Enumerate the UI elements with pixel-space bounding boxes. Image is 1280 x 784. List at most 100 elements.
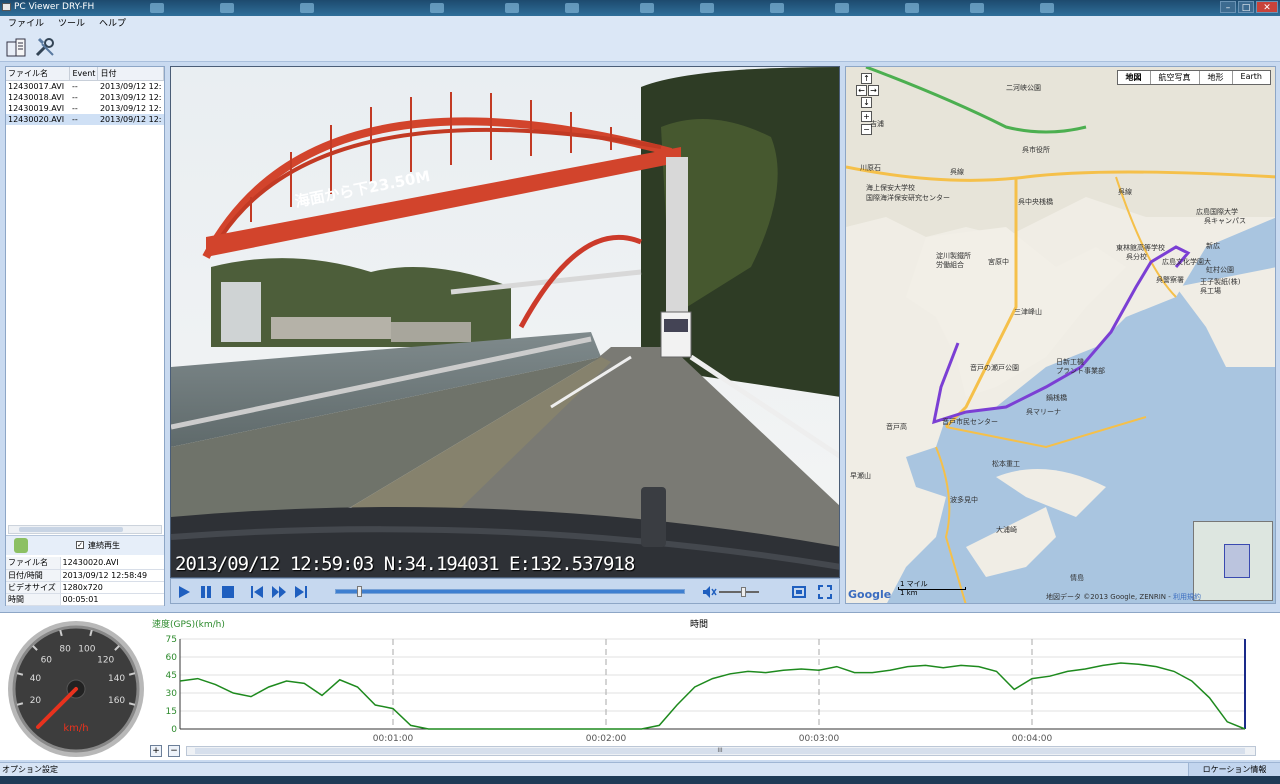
map-label: 呉線	[950, 168, 964, 176]
file-date: 2013/09/12 12:	[99, 104, 162, 113]
menu-help[interactable]: ヘルプ	[99, 16, 126, 32]
settings-tools-icon[interactable]	[34, 36, 56, 58]
desktop-icon	[835, 3, 849, 13]
maximize-button[interactable]: □	[1238, 1, 1254, 13]
info-value: 2013/09/12 12:58:49	[60, 569, 164, 582]
file-name: 12430019.AVI	[8, 104, 65, 113]
desktop-icon	[640, 3, 654, 13]
map-label: 三津峰山	[1014, 308, 1042, 316]
chart-scrollbar[interactable]: III	[186, 746, 1256, 756]
file-row[interactable]: 12430019.AVI -- 2013/09/12 12:	[6, 103, 164, 114]
recycle-bin-icon[interactable]	[14, 538, 28, 553]
map-label: 海上保安大学校	[866, 184, 915, 192]
app-icon	[2, 3, 11, 11]
status-location-info[interactable]: ロケーション情報	[1188, 763, 1280, 776]
seek-bar[interactable]	[335, 586, 685, 597]
file-row[interactable]: 12430018.AVI -- 2013/09/12 12:	[6, 92, 164, 103]
map-type-aerial[interactable]: 航空写真	[1151, 71, 1200, 84]
map-label: 広島文化学園大	[1162, 258, 1211, 266]
column-event[interactable]: Event	[69, 67, 99, 81]
chart-zoom-out-button[interactable]: −	[168, 745, 180, 757]
previous-icon[interactable]	[249, 584, 265, 600]
volume-knob[interactable]	[741, 587, 746, 597]
fast-forward-icon[interactable]	[271, 584, 287, 600]
map-type-terrain[interactable]: 地形	[1200, 71, 1233, 84]
desktop-icon	[905, 3, 919, 13]
overview-viewport[interactable]	[1224, 544, 1250, 578]
desktop-icon	[430, 3, 444, 13]
map-type-map[interactable]: 地図	[1118, 71, 1151, 84]
info-key: ファイル名	[6, 557, 61, 570]
map-label: 音戸の瀬戸公園	[970, 364, 1019, 372]
map-label: 呉キャンパス	[1204, 217, 1246, 225]
next-icon[interactable]	[293, 584, 309, 600]
file-row-selected[interactable]: 12430020.AVI -- 2013/09/12 12:	[6, 114, 164, 125]
mute-icon[interactable]	[701, 584, 717, 600]
video-frame[interactable]: 海面から下23.50M 2013/09/12 12:59:03 N:34.194…	[170, 66, 840, 578]
open-files-icon[interactable]	[5, 36, 27, 58]
y-tick-label: 0	[171, 725, 177, 735]
gauge-tick-label: 120	[97, 655, 114, 665]
volume-slider[interactable]	[719, 587, 759, 597]
column-filename[interactable]: ファイル名	[6, 67, 71, 81]
speed-chart-svg: 75 60 45 30 15 0 00:01:00 00:02:00 00:03:00 00:04…	[166, 635, 1246, 744]
pan-right-button[interactable]: →	[868, 85, 879, 96]
speed-panel: 20 40 60 80 100 120 140 160 km/h 速度(GPS)(km/h) …	[0, 612, 1280, 760]
minimize-button[interactable]: –	[1220, 1, 1236, 13]
stop-icon[interactable]	[220, 584, 236, 600]
map-label: 情島	[1070, 574, 1084, 582]
gauge-tick-label: 40	[30, 674, 42, 684]
chart-scroll-controls: + − III	[150, 744, 1265, 758]
menu-bar: ファイル ツール ヘルプ	[0, 16, 1280, 32]
file-panel: ファイル名 Event 日付 12430017.AVI -- 2013/09/1…	[5, 66, 165, 606]
map-type-selector: 地図 航空写真 地形 Earth	[1116, 70, 1271, 85]
column-date[interactable]: 日付	[97, 67, 164, 81]
close-button[interactable]: ✕	[1256, 1, 1278, 13]
pause-icon[interactable]	[198, 584, 214, 600]
file-info-table: ファイル名 12430020.AVI 日付/時間 2013/09/12 12:58:…	[6, 557, 164, 606]
map-label: 呉警察署	[1156, 276, 1184, 284]
pan-down-button[interactable]: ↓	[861, 97, 872, 108]
continuous-play-bar: ✓ 連続再生	[6, 535, 164, 555]
map-label: 音戸市民センター	[942, 418, 998, 426]
scrollbar-thumb[interactable]	[19, 527, 123, 532]
status-options[interactable]: オプション設定	[2, 763, 58, 776]
snapshot-icon[interactable]	[791, 584, 807, 600]
play-icon[interactable]	[176, 584, 192, 600]
map-footer: 地図データ ©2013 Google, ZENRIN - 利用規約	[846, 589, 1275, 603]
info-key: 日付/時間	[6, 569, 61, 582]
file-list-table: ファイル名 Event 日付 12430017.AVI -- 2013/09/1…	[6, 67, 164, 125]
terms-link[interactable]: 利用規約	[1173, 593, 1201, 601]
map-panel[interactable]: ↑ ← → ↓ + − 地図 航空写真 地形 Earth 二河峡公園 吉浦 川原…	[845, 66, 1276, 604]
menu-tools[interactable]: ツール	[58, 16, 85, 32]
map-attribution: 地図データ ©2013 Google, ZENRIN - 利用規約	[1046, 592, 1201, 602]
x-tick-label: 00:04:00	[1012, 734, 1053, 744]
map-label: 早瀬山	[850, 472, 871, 480]
map-label: 新広	[1206, 242, 1220, 250]
seek-knob[interactable]	[357, 586, 362, 597]
info-row: ビデオサイズ 1280x720	[6, 581, 164, 594]
menu-file[interactable]: ファイル	[8, 16, 44, 32]
window-title: PC Viewer DRY-FH v1.01	[0, 0, 120, 26]
toolbar	[0, 32, 1280, 62]
attribution-text: 地図データ ©2013 Google, ZENRIN -	[1046, 593, 1173, 601]
desktop-icon	[505, 3, 519, 13]
chart-zoom-in-button[interactable]: +	[150, 745, 162, 757]
file-row[interactable]: 12430017.AVI -- 2013/09/12 12:	[6, 81, 164, 93]
file-list-scrollbar[interactable]	[8, 525, 162, 534]
x-tick-label: 00:02:00	[586, 734, 627, 744]
file-event: --	[71, 82, 78, 91]
fullscreen-icon[interactable]	[817, 584, 833, 600]
file-date: 2013/09/12 12:	[99, 82, 162, 91]
pan-left-button[interactable]: ←	[856, 85, 867, 96]
desktop-icon	[1040, 3, 1054, 13]
map-label: 音戸高	[886, 423, 907, 431]
info-key: ビデオサイズ	[6, 581, 61, 594]
chart-scrollbar-thumb[interactable]: III	[195, 748, 1245, 754]
file-date: 2013/09/12 12:	[99, 93, 162, 102]
map-type-earth[interactable]: Earth	[1233, 71, 1270, 84]
y-tick-label: 75	[166, 635, 177, 645]
pan-up-button[interactable]: ↑	[861, 73, 872, 84]
playback-controls	[170, 578, 840, 604]
continuous-play-checkbox[interactable]: ✓	[76, 541, 84, 549]
